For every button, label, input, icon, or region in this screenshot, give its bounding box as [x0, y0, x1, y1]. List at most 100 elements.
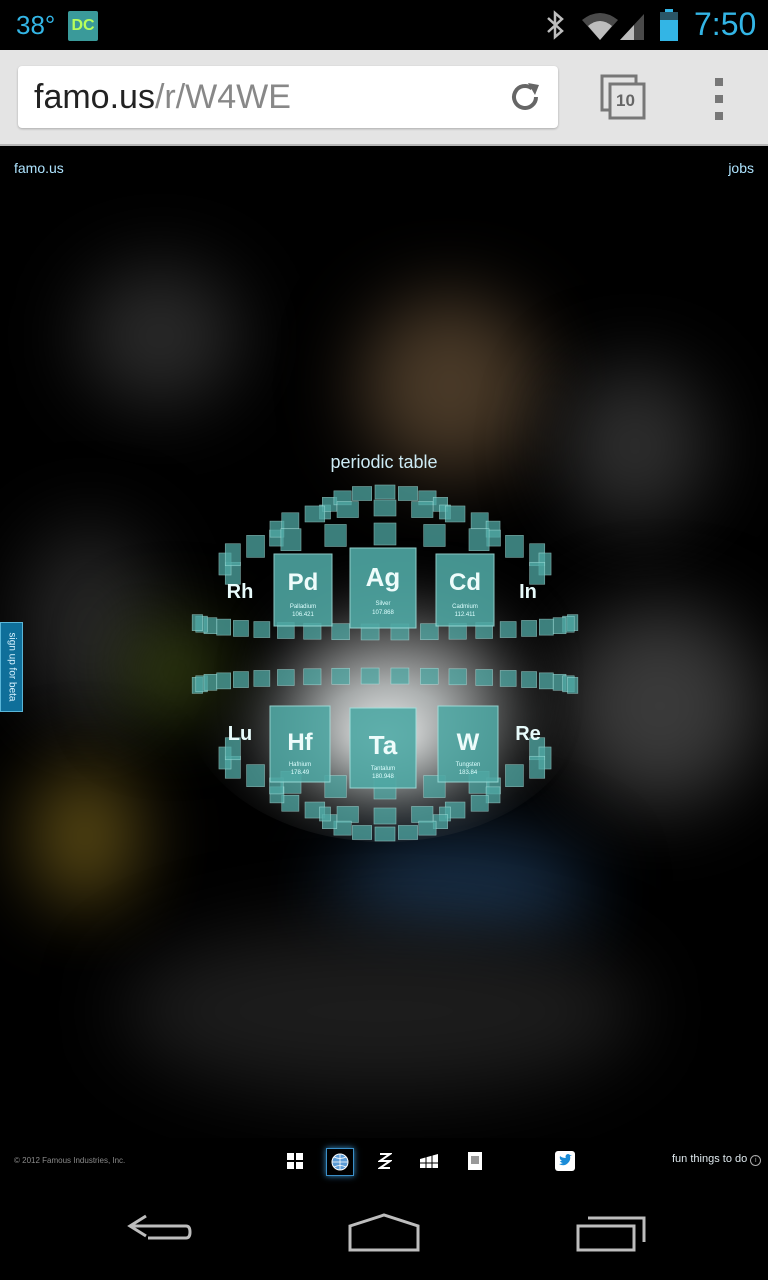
element-tile: [281, 512, 300, 530]
system-nav-bar: [0, 1184, 768, 1280]
element-tile: [374, 484, 396, 500]
tab-count: 10: [616, 91, 635, 110]
url-text: famo.us/r/W4WE: [34, 78, 291, 117]
status-bar: 38° DC 7:50: [0, 0, 768, 50]
element-tile: [331, 667, 350, 685]
element-symbol: Cd: [449, 569, 481, 596]
featured-tile-hf[interactable]: Hf Hafnium 178.49: [269, 705, 331, 783]
element-name: Silver: [375, 601, 390, 607]
element-name: Tungsten: [456, 762, 481, 768]
jobs-link[interactable]: jobs: [728, 160, 754, 176]
featured-tile-pd[interactable]: Pd Palladium 106.421: [273, 553, 333, 627]
element-tile: [539, 672, 554, 690]
card-icon[interactable]: [462, 1148, 488, 1174]
temperature-indicator: 38°: [16, 10, 56, 40]
element-tile: [499, 621, 517, 638]
element-tile: [444, 505, 466, 523]
battery-icon: [660, 9, 678, 41]
element-tile: [373, 807, 397, 825]
element-mass: 107.868: [372, 610, 394, 616]
element-mass: 183.84: [459, 770, 478, 776]
fun-things-label: fun things to do: [672, 1153, 748, 1165]
element-tile: [324, 524, 347, 547]
element-tile: [224, 543, 241, 567]
element-symbol: In: [519, 581, 537, 603]
element-tile: [499, 670, 517, 687]
element-mass: 178.49: [291, 770, 310, 776]
element-tile: [411, 806, 434, 823]
back-icon[interactable]: [124, 1212, 196, 1252]
browser-toolbar: famo.us/r/W4WE 10: [0, 50, 768, 146]
element-tile: [411, 501, 434, 518]
element-symbol: Rh: [227, 581, 254, 603]
element-tile: [470, 512, 489, 530]
featured-tile-cd[interactable]: Cd Cadmium 112.411: [435, 553, 495, 627]
element-tile: [233, 620, 249, 637]
element-tile: [303, 668, 322, 686]
element-tile: [398, 825, 418, 840]
element-tile: [521, 620, 537, 637]
windows-icon[interactable]: [282, 1148, 308, 1174]
address-bar[interactable]: famo.us/r/W4WE: [18, 66, 558, 128]
app-notification-icon: DC: [68, 11, 98, 41]
element-mass: 106.421: [292, 612, 314, 618]
element-tile: [552, 617, 567, 635]
element-tile: [336, 501, 359, 518]
element-tile: [281, 794, 300, 812]
featured-tile-ag[interactable]: Ag Silver 107.868: [349, 547, 417, 629]
element-tile: [246, 764, 265, 787]
element-tile: [470, 794, 489, 812]
url-path: /r/W4WE: [154, 78, 291, 116]
background-blur: [560, 606, 760, 806]
home-icon[interactable]: [344, 1212, 424, 1254]
element-symbol: Hf: [287, 729, 313, 756]
zigzag-icon[interactable]: [372, 1148, 398, 1174]
menu-icon[interactable]: [708, 76, 730, 122]
element-mass: 112.411: [455, 612, 476, 618]
element-tile: [374, 826, 396, 842]
info-icon: i: [750, 1155, 762, 1166]
reload-icon[interactable]: [508, 80, 542, 114]
element-tile: [253, 670, 271, 687]
element-symbol: W: [457, 729, 480, 756]
periodic-table-sphere[interactable]: Rh In Lu Re Pd Palladium 106.421 Ag Silv…: [186, 472, 584, 856]
element-tile: [216, 618, 231, 636]
element-tile: [360, 667, 380, 685]
famous-logo-link[interactable]: famo.us: [14, 160, 64, 176]
recent-apps-icon[interactable]: [574, 1214, 648, 1254]
featured-tile-w[interactable]: W Tungsten 183.84: [437, 705, 499, 783]
element-symbol: Lu: [228, 723, 252, 745]
element-tile: [529, 755, 546, 779]
element-tile: [398, 486, 418, 501]
clock: 7:50: [694, 6, 757, 42]
element-symbol: Re: [515, 723, 541, 745]
element-mass: 180.948: [372, 774, 394, 780]
element-tile: [253, 621, 271, 638]
element-tile: [521, 671, 537, 688]
globe-icon[interactable]: [326, 1148, 354, 1176]
element-tile: [352, 486, 372, 501]
signup-beta-label: sign up for beta: [6, 632, 17, 702]
element-symbol: Pd: [288, 569, 319, 596]
wifi-icon: [582, 13, 618, 40]
fun-things-link[interactable]: fun things to do i: [672, 1153, 762, 1166]
element-tile: [420, 667, 439, 685]
element-tile: [505, 535, 524, 558]
web-page: famo.us jobs periodic table Rh In Lu Re …: [0, 146, 768, 1138]
element-tile: [191, 614, 203, 631]
twitter-icon[interactable]: [552, 1148, 578, 1174]
signup-beta-tab[interactable]: sign up for beta: [0, 622, 23, 712]
element-tile: [475, 669, 493, 686]
element-tile: [418, 820, 437, 836]
grid-icon[interactable]: [416, 1148, 442, 1174]
element-name: Hafnium: [289, 762, 311, 768]
element-tile: [331, 623, 350, 641]
featured-tile-ta[interactable]: Ta Tantalum 180.948: [349, 707, 417, 789]
element-tile: [423, 524, 446, 547]
background-blur: [30, 766, 140, 906]
background-blur: [120, 926, 640, 1096]
element-name: Palladium: [290, 604, 316, 610]
element-name: Cadmium: [452, 604, 478, 610]
bluetooth-icon: [547, 10, 564, 40]
element-tile: [505, 764, 524, 787]
